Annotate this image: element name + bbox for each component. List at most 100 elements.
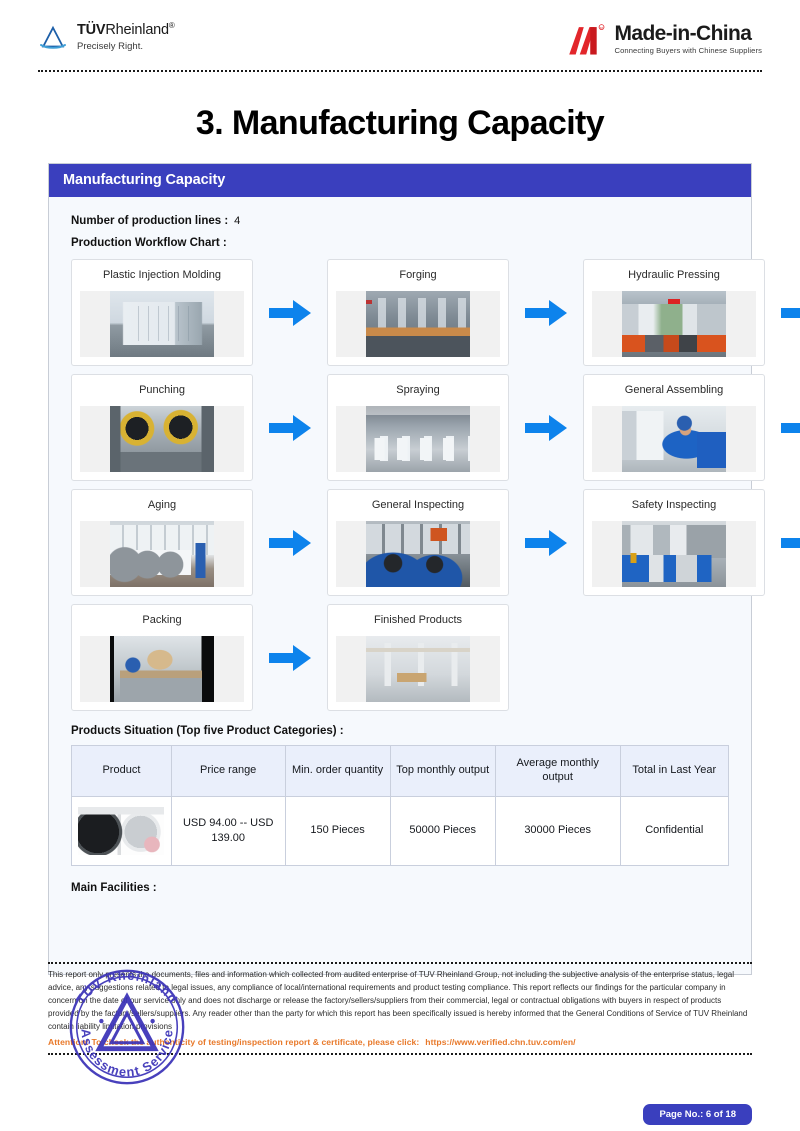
workflow-arrow: [509, 299, 583, 326]
workflow-step-photo: [336, 291, 500, 357]
column-header-top-monthly-output: Top monthly output: [389, 745, 496, 797]
arrow-right-icon: [269, 644, 311, 671]
manufacturing-capacity-panel: Manufacturing Capacity Number of product…: [48, 163, 800, 975]
workflow-arrow: [253, 299, 327, 326]
production-workflow-chart: Plastic Injection Molding Forging Hydrau…: [71, 259, 800, 711]
column-header-average-monthly-output: Average monthly output: [494, 745, 621, 797]
workflow-step-label: General Assembling: [624, 384, 724, 396]
workflow-step-label: Punching: [139, 384, 185, 396]
workflow-step-card: Punching: [71, 374, 253, 481]
arrow-right-icon: [269, 299, 311, 326]
cell-top-monthly-output: 50000 Pieces: [389, 795, 496, 866]
workflow-step-photo: [80, 636, 244, 702]
workflow-arrow: [765, 530, 800, 556]
arrow-right-icon: [781, 537, 800, 548]
arrow-right-icon: [525, 529, 567, 556]
tuv-tagline: Precisely Right.: [77, 40, 143, 52]
workflow-arrow: [765, 415, 800, 441]
production-lines-label: Number of production lines :: [71, 215, 229, 227]
table-row: USD 94.00 -- USD 139.00 150 Pieces 50000…: [71, 795, 730, 866]
page-number-badge: Page No.: 6 of 18: [643, 1104, 752, 1125]
workflow-arrow: [509, 414, 583, 441]
workflow-step-label: Plastic Injection Molding: [102, 269, 221, 281]
arrow-right-icon: [269, 414, 311, 441]
workflow-step-label: General Inspecting: [371, 499, 465, 511]
tuv-wordmark-bold: TÜV: [77, 21, 106, 38]
tuv-wordmark-rest: Rheinland: [105, 21, 169, 38]
mic-tagline: Connecting Buyers with Chinese Suppliers: [614, 46, 762, 55]
column-header-total-last-year: Total in Last Year: [619, 745, 730, 797]
production-lines-field: Number of production lines : 4: [71, 215, 729, 227]
footer-attention-line: Attention: To check the authenticity of …: [48, 1037, 752, 1047]
workflow-step-photo: [336, 406, 500, 472]
footer-disclaimer: This report only presents the documents,…: [48, 970, 748, 1031]
page-title: 3. Manufacturing Capacity: [195, 104, 605, 142]
arrow-right-icon: [781, 307, 800, 318]
footer-divider-top: [48, 962, 752, 964]
workflow-step-photo: [336, 521, 500, 587]
mic-m-icon: R: [569, 24, 605, 55]
cell-price-range: USD 94.00 -- USD 139.00: [170, 795, 286, 866]
products-situation-caption: Products Situation (Top five Product Cat…: [71, 725, 344, 737]
workflow-step-card: General Inspecting: [327, 489, 509, 596]
workflow-step-label: Finished Products: [373, 614, 463, 626]
arrow-right-icon: [781, 422, 800, 433]
tuv-wordmark: TÜVRheinland®: [77, 21, 175, 39]
workflow-arrow: [509, 529, 583, 556]
page-header: TÜVRheinland® Precisely Right. R Made-in…: [0, 0, 800, 72]
workflow-step-label: Aging: [147, 499, 177, 511]
workflow-step-card: Safety Inspecting: [583, 489, 765, 596]
tuv-registered-mark: ®: [168, 21, 175, 30]
workflow-step-label: Forging: [399, 269, 437, 281]
column-header-min-order-quantity: Min. order quantity: [284, 745, 391, 797]
workflow-step-photo: [80, 406, 244, 472]
workflow-step-card: Plastic Injection Molding: [71, 259, 253, 366]
header-divider: [38, 70, 762, 72]
workflow-arrow: [253, 644, 327, 671]
attention-text: Attention: To check the authenticity of …: [48, 1036, 420, 1047]
workflow-row: Packing Finished Products: [71, 604, 729, 711]
workflow-step-photo: [80, 291, 244, 357]
made-in-china-logo: R Made-in-China Connecting Buyers with C…: [566, 22, 762, 58]
workflow-step-label: Packing: [142, 614, 182, 626]
footer-divider-bottom: [48, 1052, 752, 1055]
production-lines-value: 4: [234, 215, 241, 227]
cell-product-photo: [71, 795, 172, 866]
arrow-right-icon: [525, 299, 567, 326]
workflow-arrow: [253, 529, 327, 556]
cell-total-last-year: Confidential: [619, 795, 730, 866]
panel-header-title: Manufacturing Capacity: [49, 164, 751, 197]
main-facilities-empty-area: [71, 894, 729, 948]
cell-average-monthly-output: 30000 Pieces: [494, 795, 621, 866]
panel-body: Number of production lines : 4 Production…: [49, 197, 800, 974]
workflow-step-card: Finished Products: [327, 604, 509, 711]
table-header-row: Product Price range Min. order quantity …: [71, 745, 730, 797]
products-table: Product Price range Min. order quantity …: [71, 745, 730, 866]
workflow-step-label: Hydraulic Pressing: [628, 269, 720, 281]
product-photo: [78, 806, 165, 855]
column-header-product: Product: [71, 745, 172, 797]
workflow-step-photo: [80, 521, 244, 587]
workflow-step-label: Spraying: [396, 384, 440, 396]
workflow-step-card: Packing: [71, 604, 253, 711]
arrow-right-icon: [269, 529, 311, 556]
mic-wordmark: Made-in-China: [614, 22, 752, 45]
workflow-chart-label: Production Workflow Chart :: [71, 237, 227, 249]
cell-min-order-quantity: 150 Pieces: [284, 795, 391, 866]
verification-url-link[interactable]: https://www.verified.chn.tuv.com/en/: [425, 1037, 575, 1047]
page-footer: This report only presents the documents,…: [0, 962, 800, 1055]
workflow-row: Aging General Inspecting Safety Inspecti…: [71, 489, 800, 596]
workflow-arrow: [253, 414, 327, 441]
workflow-step-photo: [336, 636, 500, 702]
tuv-rheinland-logo: TÜVRheinland® Precisely Right.: [38, 21, 175, 54]
workflow-row: Punching Spraying General Assembling: [71, 374, 800, 481]
column-header-price-range: Price range: [170, 745, 286, 797]
workflow-step-photo: [592, 521, 756, 587]
svg-text:R: R: [601, 26, 604, 31]
workflow-arrow: [765, 300, 800, 326]
workflow-step-card: General Assembling: [583, 374, 765, 481]
workflow-step-card: Hydraulic Pressing: [583, 259, 765, 366]
workflow-step-photo: [592, 291, 756, 357]
tuv-triangle-icon: [40, 25, 66, 49]
workflow-step-label: Safety Inspecting: [631, 499, 717, 511]
